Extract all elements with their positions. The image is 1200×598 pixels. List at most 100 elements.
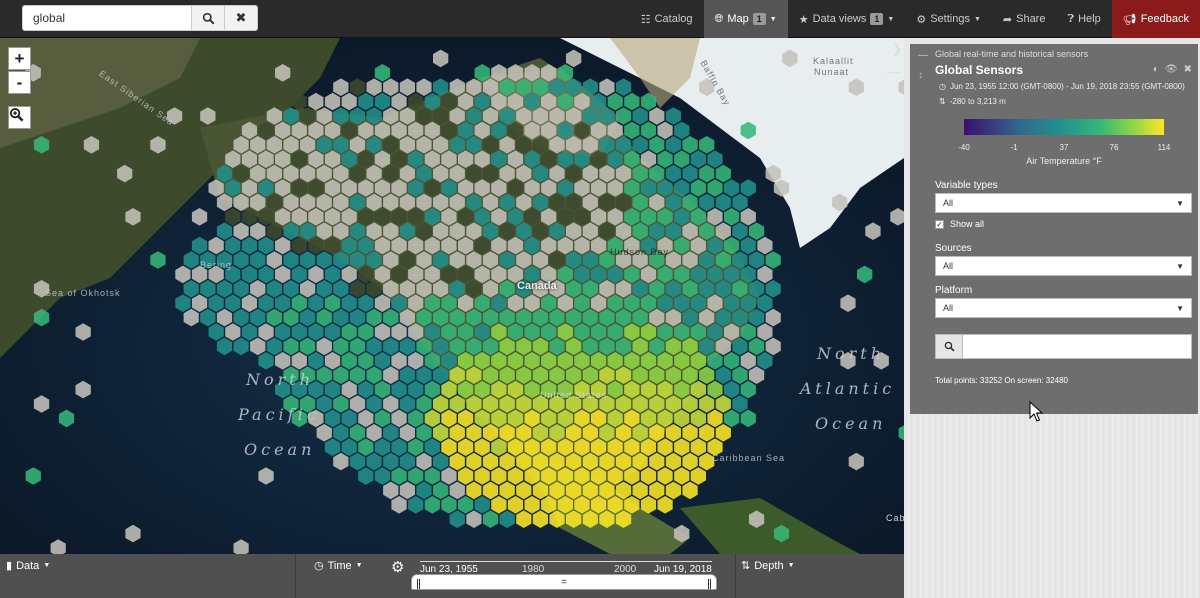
sensor-hexbin[interactable] xyxy=(607,438,623,456)
sensor-hexbin[interactable] xyxy=(291,92,307,111)
sensor-hexbin[interactable] xyxy=(541,64,557,82)
sensor-hexbin[interactable] xyxy=(699,424,715,442)
sensor-hexbin[interactable] xyxy=(699,395,715,413)
sensor-hexbin[interactable] xyxy=(640,265,657,284)
sensor-hexbin[interactable] xyxy=(582,251,598,269)
sensor-hexbin[interactable] xyxy=(191,294,208,312)
sensor-hexbin[interactable] xyxy=(640,438,657,456)
sensor-hexbin[interactable] xyxy=(524,208,540,226)
sensor-hexbin[interactable] xyxy=(474,496,490,514)
sensor-hexbin[interactable] xyxy=(599,452,615,471)
sensor-hexbin[interactable] xyxy=(391,92,407,111)
sensor-hexbin[interactable] xyxy=(624,496,640,514)
sensor-hexbin[interactable] xyxy=(516,510,532,528)
sensor-hexbin[interactable] xyxy=(582,78,598,96)
sensor-hexbin[interactable] xyxy=(391,409,407,428)
sensor-hexbin[interactable] xyxy=(300,136,316,154)
sensor-hexbin[interactable] xyxy=(300,164,316,183)
sensor-hexbin[interactable] xyxy=(458,323,474,341)
sensor-hexbin[interactable] xyxy=(532,337,548,356)
sensor-hexbin[interactable] xyxy=(541,150,557,168)
sensor-hexbin[interactable] xyxy=(724,323,740,341)
sensor-hexbin[interactable] xyxy=(507,208,524,226)
sensor-hexbin[interactable] xyxy=(216,164,233,183)
sensor-hexbin[interactable] xyxy=(233,280,249,298)
sensor-hexbin[interactable] xyxy=(358,352,374,370)
sensor-hexbin[interactable] xyxy=(308,265,324,284)
sensor-hexbin[interactable] xyxy=(599,366,615,384)
sensor-hexbin[interactable] xyxy=(566,251,582,269)
sensor-hexbin[interactable] xyxy=(507,323,524,341)
sensor-hexbin[interactable] xyxy=(524,121,540,140)
sensor-hexbin[interactable] xyxy=(233,539,249,554)
sensor-hexbin[interactable] xyxy=(557,467,573,485)
sensor-hexbin[interactable] xyxy=(640,179,657,197)
sensor-hexbin[interactable] xyxy=(748,308,765,327)
sensor-hexbin[interactable] xyxy=(682,366,698,384)
sensor-hexbin[interactable] xyxy=(374,150,391,168)
sensor-hexbin[interactable] xyxy=(715,308,731,327)
sensor-hexbin[interactable] xyxy=(374,208,391,226)
sensor-hexbin[interactable] xyxy=(724,179,740,197)
sensor-hexbin[interactable] xyxy=(591,352,607,370)
sensor-hexbin[interactable] xyxy=(333,193,349,212)
sensor-hexbin[interactable] xyxy=(441,380,457,399)
sensor-hexbin[interactable] xyxy=(566,136,582,154)
sensor-hexbin[interactable] xyxy=(832,193,848,212)
sensor-hexbin[interactable] xyxy=(441,208,457,226)
sensor-hexbin[interactable] xyxy=(474,121,490,140)
sensor-hexbin[interactable] xyxy=(732,366,748,384)
range-end-grip[interactable] xyxy=(708,579,711,589)
sensor-hexbin[interactable] xyxy=(532,481,548,500)
sensor-hexbin[interactable] xyxy=(615,193,632,212)
sensor-hexbin[interactable] xyxy=(366,280,382,298)
sensor-hexbin[interactable] xyxy=(632,424,648,442)
sensor-hexbin[interactable] xyxy=(491,265,507,284)
sensor-hexbin[interactable] xyxy=(574,496,590,514)
sensor-hexbin[interactable] xyxy=(566,193,582,212)
sensor-hexbin[interactable] xyxy=(574,438,590,456)
sensor-hexbin[interactable] xyxy=(707,409,723,428)
sensor-hexbin[interactable] xyxy=(707,236,723,255)
sensor-hexbin[interactable] xyxy=(665,222,681,240)
sensor-hexbin[interactable] xyxy=(674,323,690,341)
sensor-hexbin[interactable] xyxy=(732,308,748,327)
sensor-hexbin[interactable] xyxy=(541,236,557,255)
sensor-hexbin[interactable] xyxy=(491,294,507,312)
sensor-hexbin[interactable] xyxy=(300,107,316,125)
sensor-hexbin[interactable] xyxy=(532,164,548,183)
sensor-hexbin[interactable] xyxy=(699,280,715,298)
sensor-hexbin[interactable] xyxy=(665,452,681,471)
sensor-hexbin[interactable] xyxy=(865,222,881,240)
sensor-hexbin[interactable] xyxy=(724,265,740,284)
sensor-hexbin[interactable] xyxy=(424,92,440,111)
sensor-hexbin[interactable] xyxy=(482,308,499,327)
sensor-hexbin[interactable] xyxy=(250,337,266,356)
sensor-hexbin[interactable] xyxy=(458,467,474,485)
sensor-hexbin[interactable] xyxy=(507,64,524,82)
sensor-hexbin[interactable] xyxy=(657,265,673,284)
sensor-hexbin[interactable] xyxy=(690,409,706,428)
sensor-hexbin[interactable] xyxy=(341,294,357,312)
sensor-hexbin[interactable] xyxy=(408,467,424,485)
sensor-hexbin[interactable] xyxy=(374,92,391,111)
sensor-hexbin[interactable] xyxy=(391,179,407,197)
sensor-hexbin[interactable] xyxy=(682,222,698,240)
sensor-hexbin[interactable] xyxy=(690,323,706,341)
sensor-hexbin[interactable] xyxy=(449,366,465,384)
sensor-hexbin[interactable] xyxy=(615,222,632,240)
sensor-hexbin[interactable] xyxy=(624,467,640,485)
sensor-hexbin[interactable] xyxy=(474,179,490,197)
sensor-hexbin[interactable] xyxy=(324,150,341,168)
sensor-hexbin[interactable] xyxy=(250,308,266,327)
sensor-hexbin[interactable] xyxy=(441,438,457,456)
depth-menu-button[interactable]: ⇅ Depth ▼ xyxy=(741,559,795,573)
sensor-hexbin[interactable] xyxy=(366,424,382,442)
sensor-hexbin[interactable] xyxy=(391,121,407,140)
sensor-hexbin[interactable] xyxy=(466,251,482,269)
sensor-hexbin[interactable] xyxy=(607,496,623,514)
sensor-hexbin[interactable] xyxy=(383,366,399,384)
sensor-hexbin[interactable] xyxy=(557,121,573,140)
sensor-hexbin[interactable] xyxy=(665,136,681,154)
nav-map[interactable]: 🌐︎ Map 1 ▼ xyxy=(703,0,788,38)
